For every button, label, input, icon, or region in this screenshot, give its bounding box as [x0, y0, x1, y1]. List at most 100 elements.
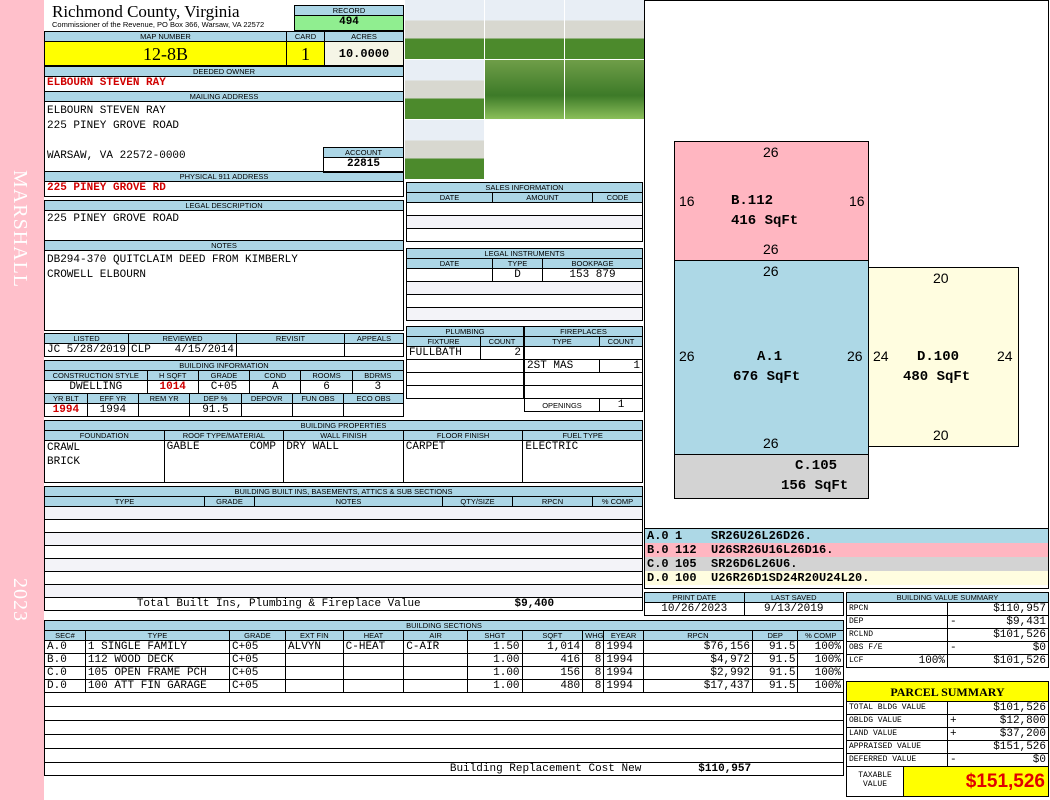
building-value-summary: BUILDING VALUE SUMMARY RPCN $110,957 DEP - $…: [846, 592, 1049, 668]
value-summary-label: BUILDING VALUE SUMMARY: [846, 592, 1049, 603]
vector-cell: D.0: [647, 571, 669, 585]
parcel-sign: +: [947, 714, 960, 728]
photo-thumbnail[interactable]: [565, 0, 644, 59]
taxable-value: $151,526: [903, 767, 1048, 796]
table-cell: 91.5: [751, 679, 799, 693]
table-cell: D.0: [44, 679, 86, 693]
sketch-vector-row[interactable]: A.0 1 SR26U26L26D26.: [645, 529, 1048, 543]
photo-thumbnail[interactable]: [565, 60, 644, 119]
reviewed-label: REVIEWED: [128, 333, 237, 344]
condition: A: [249, 380, 302, 394]
print-date: 10/26/2023: [644, 602, 745, 616]
map-label: MAP NUMBER: [44, 31, 287, 42]
table-cell: [285, 653, 344, 667]
plumbing-label: PLUMBING: [406, 326, 524, 337]
last-saved-label: LAST SAVED: [743, 592, 844, 603]
dimension-label: 26: [847, 348, 863, 364]
table-cell: 8: [582, 653, 605, 667]
table-cell: [342, 679, 405, 693]
photo-thumbnail[interactable]: [405, 60, 484, 119]
plumbing-count: 2: [480, 346, 524, 360]
instrument-type: D: [492, 268, 543, 282]
depreciation: 91.5: [189, 403, 242, 417]
instrument-bookpage: 153 879: [542, 268, 643, 282]
value-row: DEP - $9,431: [846, 615, 1049, 629]
sketch-vector-row[interactable]: B.0 112 U26SR26U16L26D16.: [645, 543, 1048, 557]
value-sign: [947, 654, 960, 668]
card-number: 1: [286, 41, 325, 66]
builtins-total-label: Total Built Ins, Plumbing & Fireplace Va…: [44, 597, 513, 611]
parcel-row: APPRAISED VALUE $151,526: [846, 740, 1049, 754]
vector-cell: 100: [675, 571, 697, 585]
parcel-sign: [947, 701, 960, 715]
table-cell: C+05: [228, 640, 287, 654]
table-cell: 416: [521, 653, 584, 667]
photo-thumbnail[interactable]: [485, 60, 564, 119]
column-header: SEC#: [44, 630, 86, 641]
instruments-label: LEGAL INSTRUMENTS: [406, 248, 643, 259]
vector-cell: SR26D6L26U6.: [711, 557, 798, 571]
roof: GABLECOMP SHGLS: [163, 440, 285, 483]
table-cell: 112 WOOD DECK: [84, 653, 230, 667]
built-ins: BUILDING BUILT INS, BASEMENTS, ATTICS & …: [44, 486, 643, 611]
value-amount: $0: [959, 641, 1049, 655]
grade: C+05: [197, 380, 251, 394]
column-header: EYEAR: [603, 630, 644, 641]
fireplaces-label: FIREPLACES: [524, 326, 643, 337]
sales-info: SALES INFORMATION DATE AMOUNT CODE: [406, 182, 643, 242]
parcel-sign: [947, 740, 960, 754]
photo-thumbnail[interactable]: [405, 0, 484, 59]
table-cell: [285, 679, 344, 693]
value-sign: -: [947, 641, 960, 655]
sketch-vector-row[interactable]: D.0 100 U26R26D1SD24R20U24L20.: [645, 571, 1048, 585]
fireplace-count: 1: [599, 359, 643, 373]
parcel-amount: $151,526: [959, 740, 1049, 754]
dimension-label: 24: [873, 348, 889, 364]
table-cell: [342, 653, 405, 667]
vector-cell: B.0: [647, 543, 669, 557]
replacement-cost-total: $110,957: [643, 762, 845, 776]
table-cell: 1.00: [466, 679, 523, 693]
table-cell: C-AIR: [403, 640, 468, 654]
parcel-label: LAND VALUE: [846, 727, 948, 741]
listed-label: LISTED: [44, 333, 129, 344]
building-info: BUILDING INFORMATION CONSTRUCTION STYLE H…: [44, 360, 405, 417]
dimension-label: 24: [997, 348, 1013, 364]
sections-label: BUILDING SECTIONS: [44, 620, 844, 631]
value-sign: [947, 628, 960, 642]
table-cell: $17,437: [642, 679, 753, 693]
photo-thumbnail[interactable]: [405, 120, 484, 179]
table-cell: C-HEAT: [342, 640, 405, 654]
account-box: ACCOUNT 22815: [323, 147, 404, 173]
fireplaces: FIREPLACES TYPE COUNT 2ST MAS 1 OPENINGS 1: [524, 326, 643, 412]
effective-year: 1994: [86, 403, 140, 417]
taxable-label: TAXABLE VALUE: [858, 771, 892, 789]
vector-cell: U26SR26U16L26D16.: [711, 543, 834, 557]
sketch-area-label: 480 SqFt: [903, 369, 971, 385]
value-label: RCLND: [846, 628, 907, 642]
vector-cell: 1: [675, 529, 683, 543]
mailing-address: ELBOURN STEVEN RAY 225 PINEY GROVE ROAD …: [44, 102, 404, 173]
district-name: MARSHALL: [9, 170, 31, 289]
plumbing: PLUMBING FIXTURE COUNT FULLBATH 2: [406, 326, 524, 399]
column-header: WHGT: [582, 630, 605, 641]
notes-line1: DB294-370 QUITCLAIM DEED FROM KIMBERLY: [47, 254, 298, 266]
photo-thumbnail[interactable]: [485, 0, 564, 59]
table-cell: [403, 666, 468, 680]
acres-value: 10.0000: [324, 41, 404, 66]
value-row: LCF 100% $101,526: [846, 654, 1049, 668]
value-factor: 100%: [906, 654, 948, 668]
value-row: RCLND $101,526: [846, 628, 1049, 642]
column-header: DEP: [751, 630, 799, 641]
account-label: ACCOUNT: [323, 147, 404, 158]
table-cell: C.0: [44, 666, 86, 680]
sketch-area[interactable]: 26 16 16 26 B.112 416 SqFt 26 26 26 26 A…: [644, 0, 1049, 529]
table-cell: A.0: [44, 640, 86, 654]
table-cell: 100 ATT FIN GARAGE: [84, 679, 230, 693]
county-title: Richmond County, Virginia: [52, 2, 240, 21]
value-label: LCF: [846, 654, 907, 668]
parcel-sign: +: [947, 727, 960, 741]
dimension-label: 20: [933, 270, 949, 286]
sketch-vector-row[interactable]: C.0 105 SR26D6L26U6.: [645, 557, 1048, 571]
construction-style: DWELLING: [44, 380, 148, 394]
